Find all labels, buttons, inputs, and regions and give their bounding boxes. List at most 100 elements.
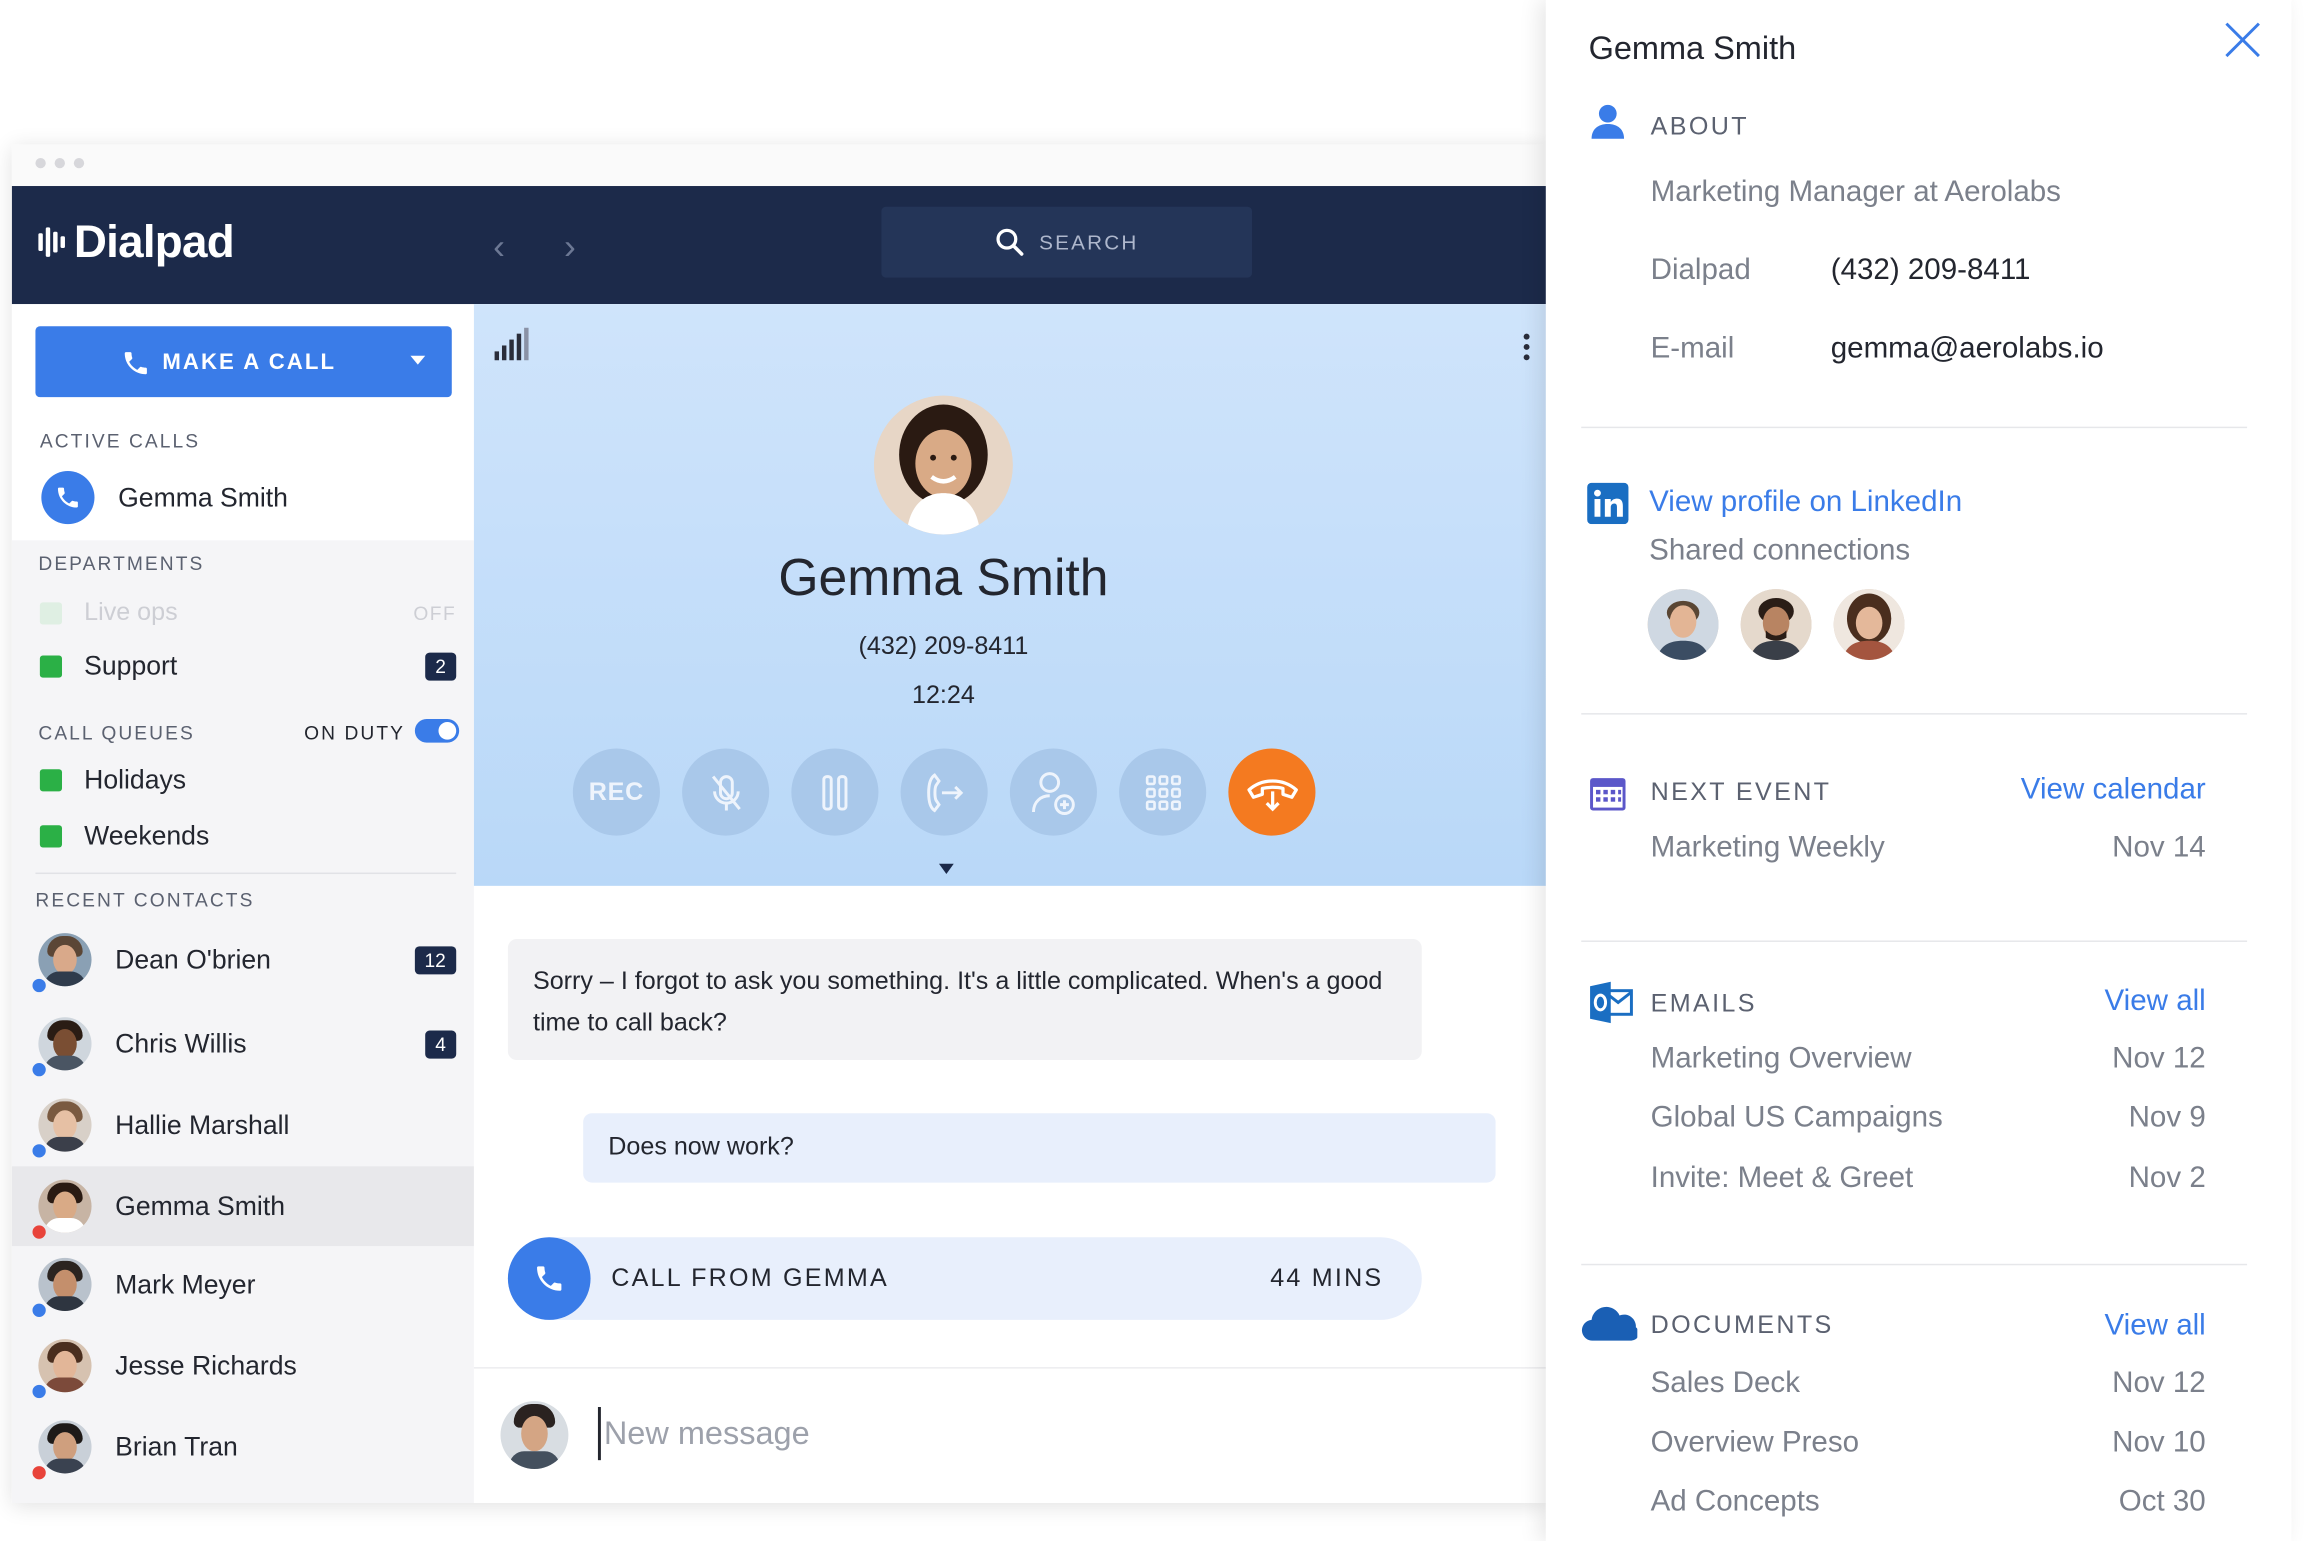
contact-name: Mark Meyer: [115, 1268, 256, 1299]
email-label: E-mail: [1650, 332, 1735, 365]
sidebar: MAKE A CALL ACTIVE CALLS Gemma Smith DEP…: [11, 304, 474, 1503]
email-item-date: Nov 12: [2112, 1042, 2206, 1075]
email-item-subject[interactable]: Invite: Meet & Greet: [1651, 1162, 1914, 1196]
onedrive-icon: [1581, 1306, 1638, 1341]
search-box[interactable]: SEARCH: [881, 206, 1252, 278]
email-item-subject[interactable]: Global US Campaigns: [1651, 1101, 1943, 1135]
document-item-name[interactable]: Ad Concepts: [1651, 1485, 1820, 1519]
email-item-subject[interactable]: Marketing Overview: [1651, 1042, 1912, 1076]
documents-heading: DOCUMENTS: [1650, 1311, 1834, 1340]
new-message-input[interactable]: [597, 1407, 1425, 1461]
keypad-button[interactable]: [1119, 748, 1207, 836]
mute-icon: [711, 774, 741, 810]
top-bar: Dialpad ‹ › SEARCH: [11, 186, 1548, 305]
active-calls-heading: ACTIVE CALLS: [39, 429, 201, 452]
status-square-icon: [39, 824, 63, 847]
avatar: [29, 1017, 92, 1080]
contact-item-selected[interactable]: Gemma Smith: [11, 1166, 474, 1247]
job-title: Marketing Manager at Aerolabs: [1650, 175, 2061, 209]
contact-item[interactable]: Jesse Richards: [12, 1332, 474, 1402]
contact-item[interactable]: Hallie Marshall: [12, 1091, 474, 1161]
contact-name: Dean O'brien: [115, 944, 271, 974]
emails-view-all-link[interactable]: View all: [2105, 985, 2206, 1019]
presence-dot: [29, 1381, 49, 1402]
event-name[interactable]: Marketing Weekly: [1651, 831, 1885, 865]
signal-strength-icon: [494, 327, 529, 361]
brand-name: Dialpad: [73, 215, 235, 268]
document-item-date: Oct 30: [2118, 1485, 2206, 1518]
dialpad-number[interactable]: (432) 209-8411: [1831, 254, 2031, 288]
queue-item-holidays[interactable]: Holidays: [12, 757, 474, 801]
active-call-name: Gemma Smith: [118, 482, 288, 512]
status-square-icon: [39, 768, 63, 791]
phone-icon: [124, 352, 147, 375]
active-call-item[interactable]: Gemma Smith: [12, 461, 474, 535]
calendar-icon: [1590, 778, 1626, 811]
shared-connections-label: Shared connections: [1649, 534, 1911, 567]
on-duty-toggle[interactable]: [414, 719, 460, 743]
message-composer: [473, 1367, 1548, 1503]
email-item-date: Nov 2: [2128, 1161, 2206, 1195]
person-icon: [1591, 104, 1625, 139]
divider: [35, 872, 457, 875]
back-arrow-icon[interactable]: ‹: [493, 227, 505, 268]
hang-up-button[interactable]: [1228, 748, 1316, 836]
connection-avatar[interactable]: [1647, 589, 1719, 660]
search-icon: [996, 228, 1024, 256]
make-a-call-button[interactable]: MAKE A CALL: [35, 326, 452, 398]
mute-button[interactable]: [682, 748, 770, 836]
queue-item-weekends[interactable]: Weekends: [12, 813, 474, 857]
more-options-icon[interactable]: [1523, 333, 1530, 361]
chevron-down-icon[interactable]: [410, 355, 426, 365]
scaled-canvas: Dialpad ‹ › SEARCH MAKE A CALL ACTIVE CA…: [0, 0, 2312, 1541]
hold-button[interactable]: [791, 748, 879, 836]
department-item-live-ops[interactable]: Live ops OFF: [12, 591, 474, 635]
email-address[interactable]: gemma@aerolabs.io: [1831, 332, 2104, 366]
pause-icon: [821, 774, 847, 810]
recent-contacts-heading: RECENT CONTACTS: [35, 888, 255, 911]
contact-item[interactable]: Mark Meyer: [12, 1251, 474, 1320]
departments-heading: DEPARTMENTS: [38, 552, 205, 575]
call-record-duration: 44 MINS: [1270, 1263, 1384, 1292]
outlook-icon: [1590, 981, 1633, 1024]
close-icon[interactable]: [2223, 21, 2261, 59]
search-label: SEARCH: [1039, 230, 1139, 254]
main-call-area: Gemma Smith (432) 209-8411 12:24 REC Sor…: [473, 304, 1548, 1503]
connection-avatar[interactable]: [1740, 589, 1812, 660]
department-name: Live ops: [84, 597, 178, 626]
forward-arrow-icon[interactable]: ›: [564, 227, 576, 268]
record-button[interactable]: REC: [572, 748, 660, 836]
caller-number: (432) 209-8411: [858, 631, 1029, 660]
contact-name: Hallie Marshall: [115, 1109, 290, 1140]
call-queues-heading: CALL QUEUES: [38, 721, 195, 745]
document-item-name[interactable]: Overview Preso: [1651, 1426, 1859, 1460]
presence-dot: [29, 1141, 49, 1161]
documents-view-all-link[interactable]: View all: [2105, 1310, 2206, 1344]
connection-avatar[interactable]: [1833, 589, 1905, 660]
keypad-icon: [1145, 774, 1181, 810]
status-square-icon: [39, 601, 63, 624]
contact-name: Chris Willis: [115, 1028, 247, 1058]
department-item-support[interactable]: Support 2: [12, 644, 474, 688]
contact-item[interactable]: Brian Tran: [12, 1413, 474, 1483]
event-date: Nov 14: [2112, 831, 2206, 864]
user-avatar: [500, 1401, 569, 1470]
divider: [1581, 713, 2248, 715]
count-badge: 12: [414, 945, 457, 974]
document-item-name[interactable]: Sales Deck: [1651, 1367, 1800, 1401]
dialpad-logo[interactable]: Dialpad: [38, 215, 235, 269]
call-record-item[interactable]: CALL FROM GEMMA 44 MINS: [507, 1237, 1422, 1320]
expand-caret-icon[interactable]: [938, 863, 954, 875]
add-person-button[interactable]: [1009, 748, 1097, 836]
linkedin-link[interactable]: View profile on LinkedIn: [1649, 486, 1962, 520]
add-person-icon: [1031, 771, 1075, 815]
view-calendar-link[interactable]: View calendar: [2021, 774, 2206, 808]
transfer-button[interactable]: [900, 748, 988, 836]
contact-name: Brian Tran: [115, 1431, 238, 1461]
contact-name: Gemma Smith: [115, 1190, 285, 1221]
avatar: [29, 1257, 92, 1320]
window-controls[interactable]: [35, 157, 85, 169]
contact-item[interactable]: Chris Willis 4: [12, 1010, 474, 1080]
contact-item[interactable]: Dean O'brien 12: [12, 926, 474, 996]
call-record-label: CALL FROM GEMMA: [611, 1263, 889, 1292]
